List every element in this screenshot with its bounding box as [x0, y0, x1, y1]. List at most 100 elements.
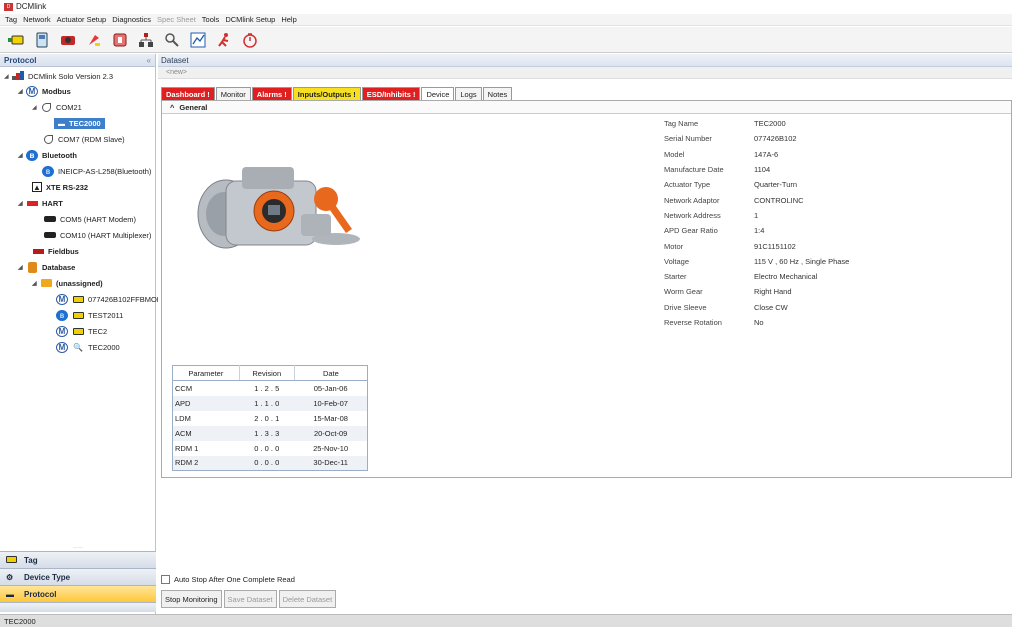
tree-label: 077426B102FFBMOD	[88, 294, 163, 304]
tree-node-com5[interactable]: COM5 (HART Modem)	[44, 212, 136, 226]
table-row[interactable]: LDM 2 . 0 . 1 15-Mar-08	[173, 411, 368, 426]
column-header[interactable]: Revision	[238, 365, 295, 381]
timer-icon[interactable]	[242, 32, 258, 48]
table-row[interactable]: RDM 20 . 0 . 0 30-Dec-11	[172, 455, 368, 471]
menu-spec-sheet[interactable]: Spec Sheet	[154, 15, 199, 24]
tree-label: Fieldbus	[48, 246, 79, 256]
tab-esd-inhibits[interactable]: ESD/Inhibits !	[361, 87, 421, 100]
tree-node-root[interactable]: ◢ DCMlink Solo Version 2.3	[4, 69, 113, 83]
tree-node-fieldbus[interactable]: Fieldbus	[32, 244, 79, 258]
menu-network[interactable]: Network	[20, 15, 54, 24]
alarm-icon[interactable]	[86, 32, 102, 48]
expand-arrow-icon[interactable]: ◢	[18, 200, 26, 207]
nav-protocol[interactable]: ▬ Protocol	[0, 585, 156, 602]
dataset-name-field[interactable]: <new>	[158, 67, 1012, 79]
tree-node-unassigned[interactable]: ◢ (unassigned)	[32, 276, 103, 290]
expand-arrow-icon[interactable]: ◢	[4, 73, 12, 80]
tree-node-com21[interactable]: ◢ COM21	[32, 100, 82, 114]
property-row: Network Address 1	[664, 210, 759, 220]
search-icon[interactable]	[164, 32, 180, 48]
expand-arrow-icon[interactable]: ◢	[32, 280, 40, 287]
nav-device-type[interactable]: ⚙ Device Type	[0, 568, 156, 585]
auto-stop-checkbox[interactable]	[161, 575, 170, 584]
general-section-header[interactable]: ^ General	[162, 101, 1011, 114]
com-port-icon	[40, 102, 52, 113]
tab-notes[interactable]: Notes	[482, 87, 513, 100]
hart-icon	[26, 198, 38, 209]
menu-tools[interactable]: Tools	[199, 15, 223, 24]
bluetooth-icon: ʙ	[56, 309, 68, 321]
menu-help[interactable]: Help	[278, 15, 299, 24]
tree-node-bluetooth[interactable]: ◢ ʙ Bluetooth	[18, 148, 77, 162]
tab-logs[interactable]: Logs	[455, 87, 482, 100]
runner-icon[interactable]	[216, 32, 232, 48]
table-row[interactable]: APD 1 . 1 . 0 10-Feb-07	[172, 395, 368, 411]
tree-label: ▬ TEC2000	[54, 117, 105, 129]
tab-device[interactable]: Device	[421, 87, 455, 100]
diagnostics-icon[interactable]	[112, 32, 128, 48]
chevron-up-icon[interactable]: ^	[170, 103, 174, 112]
serial-icon: ▲	[32, 182, 42, 192]
menu-diagnostics[interactable]: Diagnostics	[109, 15, 154, 24]
actuator-icon[interactable]	[60, 32, 76, 48]
menu-actuator-setup[interactable]: Actuator Setup	[54, 15, 110, 24]
property-row: Voltage 115 V , 60 Hz , Single Phase	[664, 256, 850, 266]
protocol-panel: Protocol « ◢ DCMlink Solo Version 2.3 ◢ …	[0, 54, 162, 614]
nav-label: Device Type	[24, 572, 71, 582]
delete-dataset-button[interactable]: Delete Dataset	[278, 590, 337, 608]
chart-icon[interactable]	[190, 32, 206, 48]
stop-monitoring-button[interactable]: Stop Monitoring	[161, 590, 222, 608]
network-root-icon	[12, 71, 24, 82]
table-row[interactable]: RDM 10 . 0 . 0 25-Nov-10	[173, 441, 368, 456]
tree-node-db-2[interactable]: ʙ TEST2011	[56, 308, 123, 322]
tree-node-hart[interactable]: ◢ HART	[18, 196, 63, 210]
tree-node-db-3[interactable]: M TEC2	[56, 324, 107, 338]
toolbar	[0, 27, 1012, 53]
tab-alarms[interactable]: Alarms !	[251, 87, 292, 100]
save-dataset-button[interactable]: Save Dataset	[223, 590, 277, 608]
tab-monitor[interactable]: Monitor	[215, 87, 251, 100]
bottom-nav: ····· Tag ⚙ Device Type ▬ Protocol	[0, 545, 156, 612]
property-row: Network Adaptor CONTROLINC	[664, 195, 804, 205]
property-row: Tag Name TEC2000	[664, 119, 786, 129]
menu-tag[interactable]: Tag	[2, 15, 20, 24]
tree-node-com7[interactable]: COM7 (RDM Slave)	[42, 132, 125, 146]
expand-arrow-icon[interactable]: ◢	[18, 264, 26, 271]
tree-node-bt-device[interactable]: ʙ INEICP-AS-L258(Bluetooth)	[42, 164, 151, 178]
property-row: Model 147A-6	[664, 149, 779, 159]
column-header[interactable]: Parameter	[172, 365, 240, 381]
collapse-icon[interactable]: «	[147, 56, 151, 65]
tree-node-com10[interactable]: COM10 (HART Multiplexer)	[44, 228, 151, 242]
tag-icon	[6, 555, 17, 565]
tab-inputs-outputs[interactable]: Inputs/Outputs !	[292, 87, 361, 100]
expand-arrow-icon[interactable]: ◢	[18, 152, 26, 159]
tree-node-modbus[interactable]: ◢ M Modbus	[18, 84, 71, 98]
table-row[interactable]: CCM 1 . 2 . 5 05-Jan-06	[173, 381, 368, 396]
tree-node-tec2000-selected[interactable]: ▬ TEC2000	[54, 116, 105, 130]
property-row: Worm Gear Right Hand	[664, 287, 792, 297]
app-logo-icon: D	[4, 2, 13, 11]
tree-node-db-4[interactable]: M 🔍 TEC2000	[56, 340, 120, 354]
tree-label: Modbus	[42, 86, 71, 96]
tab-dashboard[interactable]: Dashboard !	[161, 87, 215, 100]
modbus-icon: M	[56, 325, 68, 337]
tree-node-db-1[interactable]: M 077426B102FFBMOD	[56, 292, 162, 306]
device-icon[interactable]	[34, 32, 50, 48]
table-row[interactable]: ACM 1 . 3 . 3 20-Oct-09	[172, 425, 368, 441]
expand-arrow-icon[interactable]: ◢	[18, 88, 26, 95]
network-icon[interactable]	[138, 32, 154, 48]
nav-tag[interactable]: Tag	[0, 551, 156, 568]
tree-label: TEC2	[88, 326, 108, 336]
expand-arrow-icon[interactable]: ◢	[32, 104, 40, 111]
menu-dcmlink-setup[interactable]: DCMlink Setup	[222, 15, 278, 24]
tree-node-database[interactable]: ◢ Database	[18, 260, 75, 274]
dataset-panel: Dataset <new> Dashboard ! Monitor Alarms…	[158, 54, 1012, 614]
actuator-image	[197, 167, 360, 249]
modbus-icon: M	[56, 293, 68, 305]
column-header[interactable]: Date	[293, 365, 368, 381]
tree-node-xte[interactable]: ▲ XTE RS-232	[32, 180, 88, 194]
tag-icon[interactable]	[8, 32, 24, 48]
device-icon: ▬	[58, 120, 65, 128]
tree-label: TEST2011	[88, 310, 124, 320]
auto-stop-option[interactable]: Auto Stop After One Complete Read	[161, 575, 295, 584]
